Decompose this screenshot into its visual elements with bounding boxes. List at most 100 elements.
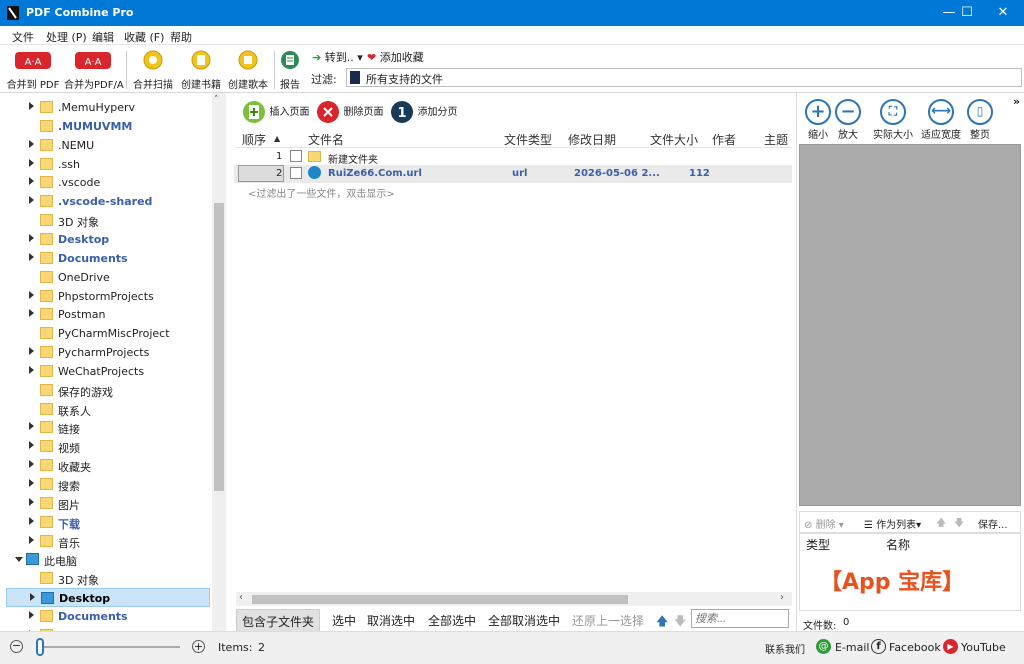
youtube-link[interactable]: YouTube [961,641,1006,654]
menu-process[interactable]: 处理 (P) [46,29,87,45]
chevron-right-icon[interactable] [29,422,34,431]
zoom-out-button[interactable]: + 缩小 [803,99,833,141]
attachment-up-icon[interactable]: 🡅 [936,516,946,533]
chevron-right-icon[interactable] [29,460,34,469]
chevron-right-icon[interactable] [29,309,34,318]
attachment-down-icon[interactable]: 🡇 [954,516,964,533]
tree-item[interactable]: 音乐 [0,532,212,551]
zoom-minus-icon[interactable]: − [10,640,23,653]
file-row[interactable]: 1 新建文件夹 [234,148,792,166]
column-name[interactable]: 名称 [886,536,910,553]
tree-item[interactable]: Documents [0,249,212,268]
chevron-right-icon[interactable] [29,365,34,374]
file-checkbox[interactable] [290,150,302,162]
deselect-all-button[interactable]: 全部取消选中 [488,612,560,629]
tree-item[interactable]: Desktop [6,588,210,608]
tree-item[interactable]: OneDrive [0,268,212,287]
facebook-icon[interactable]: f [871,639,886,654]
scroll-right-icon[interactable]: › [780,592,784,603]
tree-item[interactable]: 此电脑 [0,550,198,569]
tree-item[interactable]: .ssh [0,155,212,174]
tree-item[interactable]: PyCharmMiscProject [0,324,212,343]
file-list-hscrollbar[interactable]: ‹ › [236,592,792,606]
facebook-link[interactable]: Facebook [889,641,941,654]
delete-page-button[interactable]: 删除页面 [316,100,384,124]
tree-item[interactable]: PhpstormProjects [0,287,212,306]
chevron-right-icon[interactable] [29,610,34,619]
tree-item[interactable]: 图片 [0,494,212,513]
file-row[interactable]: 2 RuiZe66.Com.url url 2026-05-06 2... 11… [234,165,792,183]
chevron-right-icon[interactable] [29,158,34,167]
chevron-right-icon[interactable] [29,177,34,186]
email-link[interactable]: E-mail [835,641,870,654]
tree-item[interactable]: Desktop [0,230,212,249]
column-subject[interactable]: 主题 [764,131,788,148]
zoom-slider-thumb[interactable] [36,638,44,656]
menu-edit[interactable]: 编辑 [92,29,114,45]
chevron-right-icon[interactable] [29,479,34,487]
deselect-button[interactable]: 取消选中 [367,612,415,629]
filter-select[interactable]: 所有支持的文件 [346,68,1022,87]
tree-item[interactable]: 下载 [0,513,212,532]
tree-item[interactable]: .vscode [0,173,212,192]
tree-item[interactable]: 搜索 [0,475,212,494]
tree-item[interactable]: 保存的游戏 [0,381,212,400]
tree-item[interactable]: Postman [0,305,212,324]
chevron-right-icon[interactable] [29,102,34,110]
whole-page-button[interactable]: ▯ 整页 [965,99,995,141]
view-as-list-button[interactable]: ☰ 作为列表▾ [864,516,921,531]
chevron-right-icon[interactable] [30,593,35,602]
email-icon[interactable]: @ [816,639,831,654]
filtered-hint[interactable]: <过滤出了一些文件，双击显示> [248,185,395,200]
delete-attachment-button[interactable]: ⊘ 删除 ▾ [804,516,844,531]
add-favorite-button[interactable]: ❤ 添加收藏 [367,49,424,65]
column-type[interactable]: 类型 [806,536,830,553]
chevron-right-icon[interactable] [29,233,34,242]
menu-favorites[interactable]: 收藏 (F) [124,29,164,45]
restore-selection-button[interactable]: 还原上一选择 [572,612,644,629]
save-attachment-button[interactable]: 保存... [978,516,1008,531]
add-break-button[interactable]: 1 添加分页 [390,100,458,124]
column-size[interactable]: 文件大小 [650,131,698,148]
select-all-button[interactable]: 全部选中 [428,612,476,629]
zoom-plus-icon[interactable]: + [192,640,205,653]
chevron-right-icon[interactable] [29,535,34,544]
menu-file[interactable]: 文件 [12,29,34,45]
file-checkbox[interactable] [290,167,302,179]
tree-item[interactable]: 3D 对象 [0,569,212,588]
column-date[interactable]: 修改日期 [568,131,616,148]
more-tools-icon[interactable]: » [1013,95,1020,108]
menu-help[interactable]: 帮助 [170,29,192,45]
report-button[interactable]: 报告 [278,49,302,91]
tree-item[interactable]: WeChatProjects [0,362,212,381]
tree-item[interactable]: 收藏夹 [0,456,212,475]
tree-item[interactable]: 视频 [0,437,212,456]
zoom-in-button[interactable]: − 放大 [833,99,863,141]
tree-item[interactable]: PycharmProjects [0,343,212,362]
tree-item[interactable]: 3D 对象 [0,211,212,230]
chevron-right-icon[interactable] [29,290,34,299]
tree-item[interactable]: .vscode-shared [0,192,212,211]
youtube-icon[interactable]: ▶ [943,639,958,654]
close-button[interactable]: ✕ [986,0,1020,26]
tree-item[interactable]: .MemuHyperv [0,98,212,117]
merge-to-pdfa-button[interactable]: A·A 合并为PDF/A [64,49,124,91]
tree-item[interactable]: .NEMU [0,136,212,155]
column-order[interactable]: 顺序 [242,131,266,148]
tree-item[interactable]: .MUMUVMM [0,117,212,136]
tree-item[interactable]: 链接 [0,418,212,437]
tree-item[interactable]: 联系人 [0,400,212,419]
chevron-right-icon[interactable] [29,441,34,450]
tree-scrollbar-thumb[interactable] [214,203,224,491]
merge-scan-button[interactable]: 合并扫描 [131,49,175,91]
maximize-button[interactable]: ☐ [950,0,984,26]
select-button[interactable]: 选中 [332,612,356,629]
move-down-icon[interactable]: 🡇 [674,612,686,633]
merge-to-pdf-button[interactable]: A·A 合并到 PDF [6,49,60,91]
tree-scrollbar[interactable]: ˄ [212,93,226,631]
chevron-right-icon[interactable] [29,516,34,525]
chevron-right-icon[interactable] [29,252,34,261]
create-booklet-button[interactable]: 创建歌本 [226,49,270,91]
create-bookmark-button[interactable]: 创建书籍 [178,49,224,91]
chevron-right-icon[interactable] [29,196,34,205]
